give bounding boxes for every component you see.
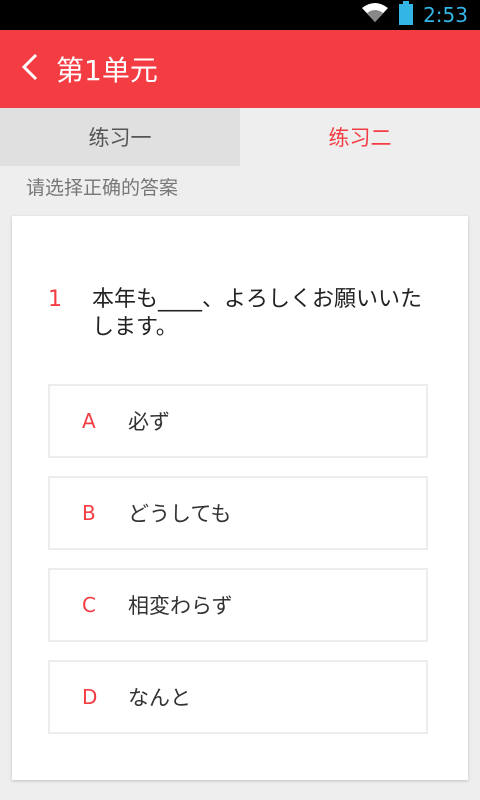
tab-label: 练习二 — [328, 126, 392, 150]
option-d[interactable]: D なんと — [48, 660, 428, 734]
page-title: 第1单元 — [56, 54, 158, 87]
status-bar: 2:53 — [0, 0, 480, 30]
question: 1 本年も____、よろしくお願いいたします。 — [12, 286, 468, 342]
tab-bar: 练习一 练习二 — [0, 108, 480, 166]
option-letter: A — [82, 409, 96, 433]
back-button[interactable] — [4, 30, 56, 108]
tab-exercise-1[interactable]: 练习一 — [0, 108, 240, 166]
tab-label: 练习一 — [88, 126, 152, 150]
option-text: どうしても — [128, 502, 232, 526]
tab-exercise-2[interactable]: 练习二 — [240, 108, 480, 166]
option-text: 相変わらず — [128, 594, 233, 618]
app-bar: 第1单元 — [0, 30, 480, 108]
chevron-left-icon — [20, 52, 40, 86]
clock: 2:53 — [423, 3, 468, 27]
option-b[interactable]: B どうしても — [48, 476, 428, 550]
option-letter: C — [82, 593, 96, 617]
option-a[interactable]: A 必ず — [48, 384, 428, 458]
option-letter: D — [82, 685, 98, 709]
battery-icon — [399, 1, 414, 29]
option-c[interactable]: C 相変わらず — [48, 568, 428, 642]
option-text: 必ず — [128, 410, 170, 434]
option-letter: B — [82, 501, 96, 525]
question-number: 1 — [48, 287, 62, 312]
question-card: 1 本年も____、よろしくお願いいたします。 A 必ず B どうしても C 相… — [12, 216, 468, 780]
answer-options: A 必ず B どうしても C 相変わらず D なんと — [12, 384, 468, 734]
option-text: なんと — [128, 686, 191, 710]
wifi-icon — [361, 2, 389, 28]
question-text: 本年も____、よろしくお願いいたします。 — [92, 287, 423, 340]
instruction-text: 请选择正确的答案 — [26, 177, 179, 199]
